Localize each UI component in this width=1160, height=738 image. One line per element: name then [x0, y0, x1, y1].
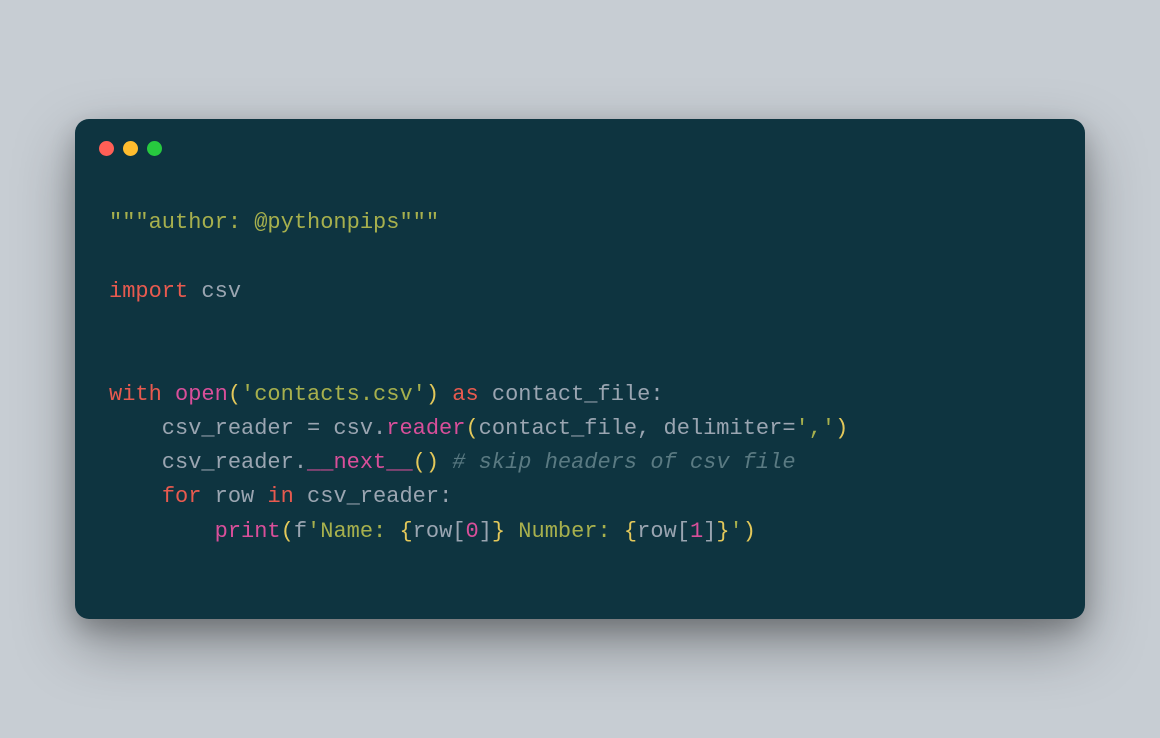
code-token: reader	[386, 416, 465, 441]
code-token: contact_file:	[479, 382, 664, 407]
code-line: """author: @pythonpips"""	[109, 206, 1051, 240]
code-token: as	[452, 382, 478, 407]
code-token: )	[426, 382, 439, 407]
code-token: (	[228, 382, 241, 407]
code-token: 'Name:	[307, 519, 399, 544]
code-token	[439, 382, 452, 407]
code-token: row[	[413, 519, 466, 544]
code-line: import csv	[109, 275, 1051, 309]
code-token: csv_reader.	[109, 450, 307, 475]
code-token: }	[716, 519, 729, 544]
code-token: )	[743, 519, 756, 544]
code-token: }	[492, 519, 505, 544]
code-token: ','	[796, 416, 836, 441]
code-token: with	[109, 382, 162, 407]
code-token: 'contacts.csv'	[241, 382, 426, 407]
code-token: __next__	[307, 450, 413, 475]
code-line: for row in csv_reader:	[109, 480, 1051, 514]
code-token: row[	[637, 519, 690, 544]
code-token: csv_reader:	[294, 484, 452, 509]
code-line	[109, 309, 1051, 343]
code-token: contact_file, delimiter=	[479, 416, 796, 441]
code-token: ]	[703, 519, 716, 544]
code-token: Number:	[505, 519, 624, 544]
code-line	[109, 240, 1051, 274]
code-token	[162, 382, 175, 407]
window-titlebar	[75, 119, 1085, 156]
code-token: """author: @pythonpips"""	[109, 210, 439, 235]
code-token: import	[109, 279, 188, 304]
code-token: ()	[413, 450, 439, 475]
code-token: {	[399, 519, 412, 544]
code-token: print	[215, 519, 281, 544]
maximize-icon[interactable]	[147, 141, 162, 156]
code-token: {	[624, 519, 637, 544]
code-token: csv	[188, 279, 241, 304]
code-line	[109, 343, 1051, 377]
code-line: csv_reader.__next__() # skip headers of …	[109, 446, 1051, 480]
code-token: f	[294, 519, 307, 544]
code-token: '	[730, 519, 743, 544]
code-editor[interactable]: """author: @pythonpips""" import csv wit…	[75, 156, 1085, 619]
code-line: print(f'Name: {row[0]} Number: {row[1]}'…	[109, 515, 1051, 549]
code-line: csv_reader = csv.reader(contact_file, de…	[109, 412, 1051, 446]
code-token: open	[175, 382, 228, 407]
code-token: csv_reader = csv.	[109, 416, 386, 441]
code-line: with open('contacts.csv') as contact_fil…	[109, 378, 1051, 412]
code-token	[109, 519, 215, 544]
code-token: )	[835, 416, 848, 441]
code-token: 1	[690, 519, 703, 544]
code-token: (	[281, 519, 294, 544]
code-token: ]	[479, 519, 492, 544]
close-icon[interactable]	[99, 141, 114, 156]
code-token	[109, 484, 162, 509]
code-token	[439, 450, 452, 475]
code-token: 0	[465, 519, 478, 544]
code-token: (	[465, 416, 478, 441]
code-token: for	[162, 484, 202, 509]
code-token: row	[201, 484, 267, 509]
code-window: """author: @pythonpips""" import csv wit…	[75, 119, 1085, 619]
code-token: # skip headers of csv file	[452, 450, 795, 475]
minimize-icon[interactable]	[123, 141, 138, 156]
code-token: in	[267, 484, 293, 509]
